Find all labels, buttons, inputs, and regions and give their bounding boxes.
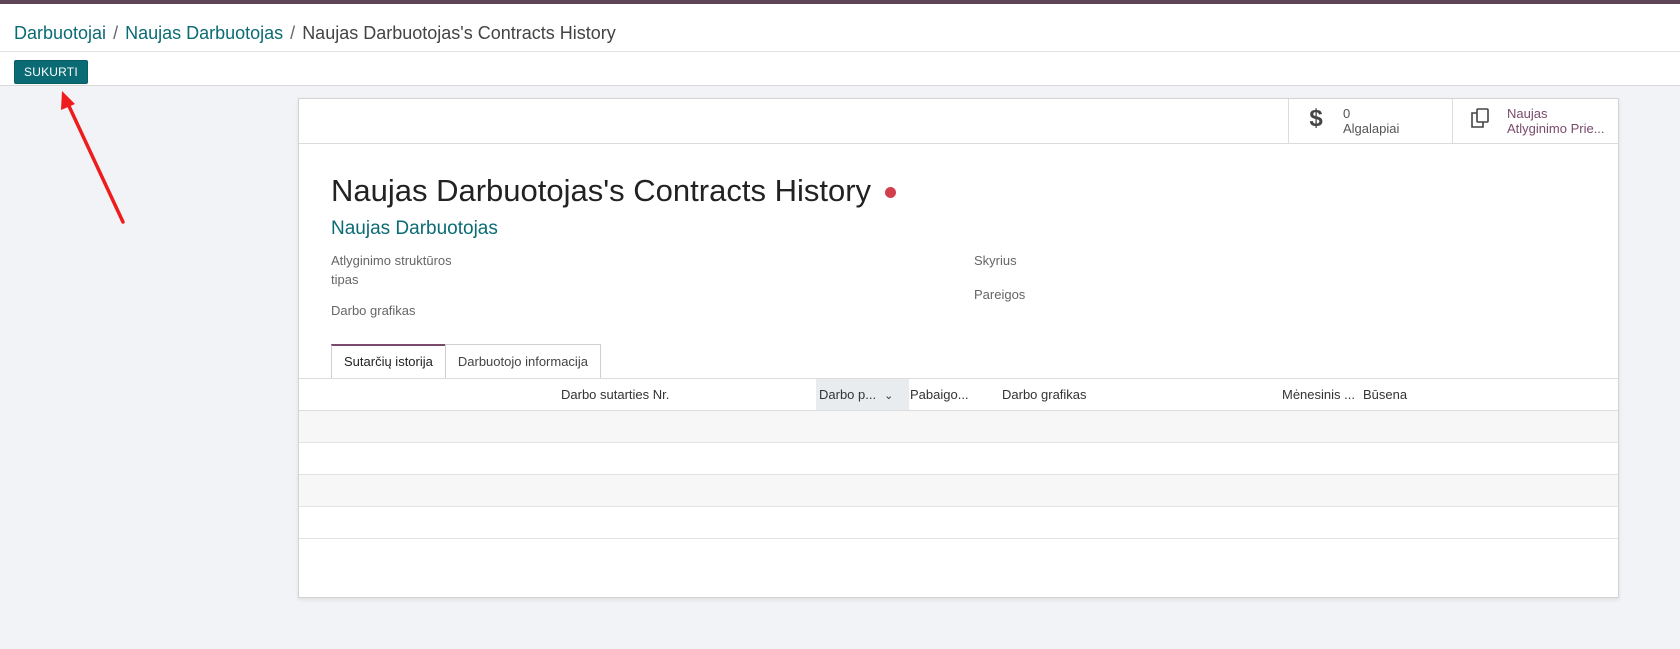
column-status[interactable]: Būsena xyxy=(1363,379,1407,410)
dollar-icon: $ xyxy=(1289,105,1343,137)
chevron-down-icon: ⌄ xyxy=(884,390,894,402)
create-button[interactable]: SUKURTI xyxy=(14,60,88,84)
payslips-label: 0 Algalapiai xyxy=(1343,106,1400,136)
copy-icon xyxy=(1453,107,1507,136)
table-header: Darbo sutarties Nr. Darbo p... ⌄ Pabaigo.… xyxy=(299,378,1618,411)
notebook-tabs: Sutarčių istorija Darbuotojo informacija xyxy=(331,344,601,379)
contracts-table: Darbo sutarties Nr. Darbo p... ⌄ Pabaigo.… xyxy=(299,378,1618,539)
structure-type-label: Atlyginimo struktūros tipas xyxy=(331,253,452,287)
breadcrumb-employee[interactable]: Naujas Darbuotojas xyxy=(125,23,283,43)
contract-button[interactable]: Naujas Atlyginimo Prie... xyxy=(1452,99,1617,143)
breadcrumb-current: Naujas Darbuotojas's Contracts History xyxy=(302,23,616,43)
column-schedule[interactable]: Darbo grafikas xyxy=(1002,379,1087,410)
divider xyxy=(0,51,1680,52)
employee-link[interactable]: Naujas Darbuotojas xyxy=(331,218,498,240)
table-row xyxy=(299,411,1618,443)
control-panel: Darbuotojai / Naujas Darbuotojas / Naujas Da… xyxy=(0,4,1680,86)
schedule-label: Darbo grafikas xyxy=(331,303,416,318)
page-title: Naujas Darbuotojas's Contracts History xyxy=(331,171,897,211)
breadcrumb-separator: / xyxy=(290,23,296,43)
department-label: Skyrius xyxy=(974,253,1017,268)
table-row xyxy=(299,475,1618,507)
breadcrumb-employees[interactable]: Darbuotojai xyxy=(14,23,106,43)
smart-button-box: $ 0 Algalapiai Naujas Atlyginimo Prie... xyxy=(299,99,1618,144)
form-sheet: $ 0 Algalapiai Naujas Atlyginimo Prie...… xyxy=(298,98,1619,598)
tab-employee-info[interactable]: Darbuotojo informacija xyxy=(444,344,601,378)
contract-label: Naujas Atlyginimo Prie... xyxy=(1507,106,1605,136)
breadcrumb-separator: / xyxy=(113,23,119,43)
tab-contract-history[interactable]: Sutarčių istorija xyxy=(331,344,446,379)
column-contract-number[interactable]: Darbo sutarties Nr. xyxy=(561,379,669,410)
table-row xyxy=(299,443,1618,475)
status-indicator[interactable] xyxy=(885,187,897,199)
payslips-button[interactable]: $ 0 Algalapiai xyxy=(1288,99,1453,143)
table-row xyxy=(299,507,1618,539)
job-label: Pareigos xyxy=(974,287,1026,302)
column-start-date[interactable]: Darbo p... ⌄ xyxy=(816,379,909,410)
column-monthly-wage[interactable]: Mėnesinis ... xyxy=(1282,379,1355,410)
svg-text:$: $ xyxy=(1309,106,1323,130)
column-end-date[interactable]: Pabaigo... xyxy=(910,379,969,410)
breadcrumb: Darbuotojai / Naujas Darbuotojas / Naujas Da… xyxy=(14,22,616,44)
